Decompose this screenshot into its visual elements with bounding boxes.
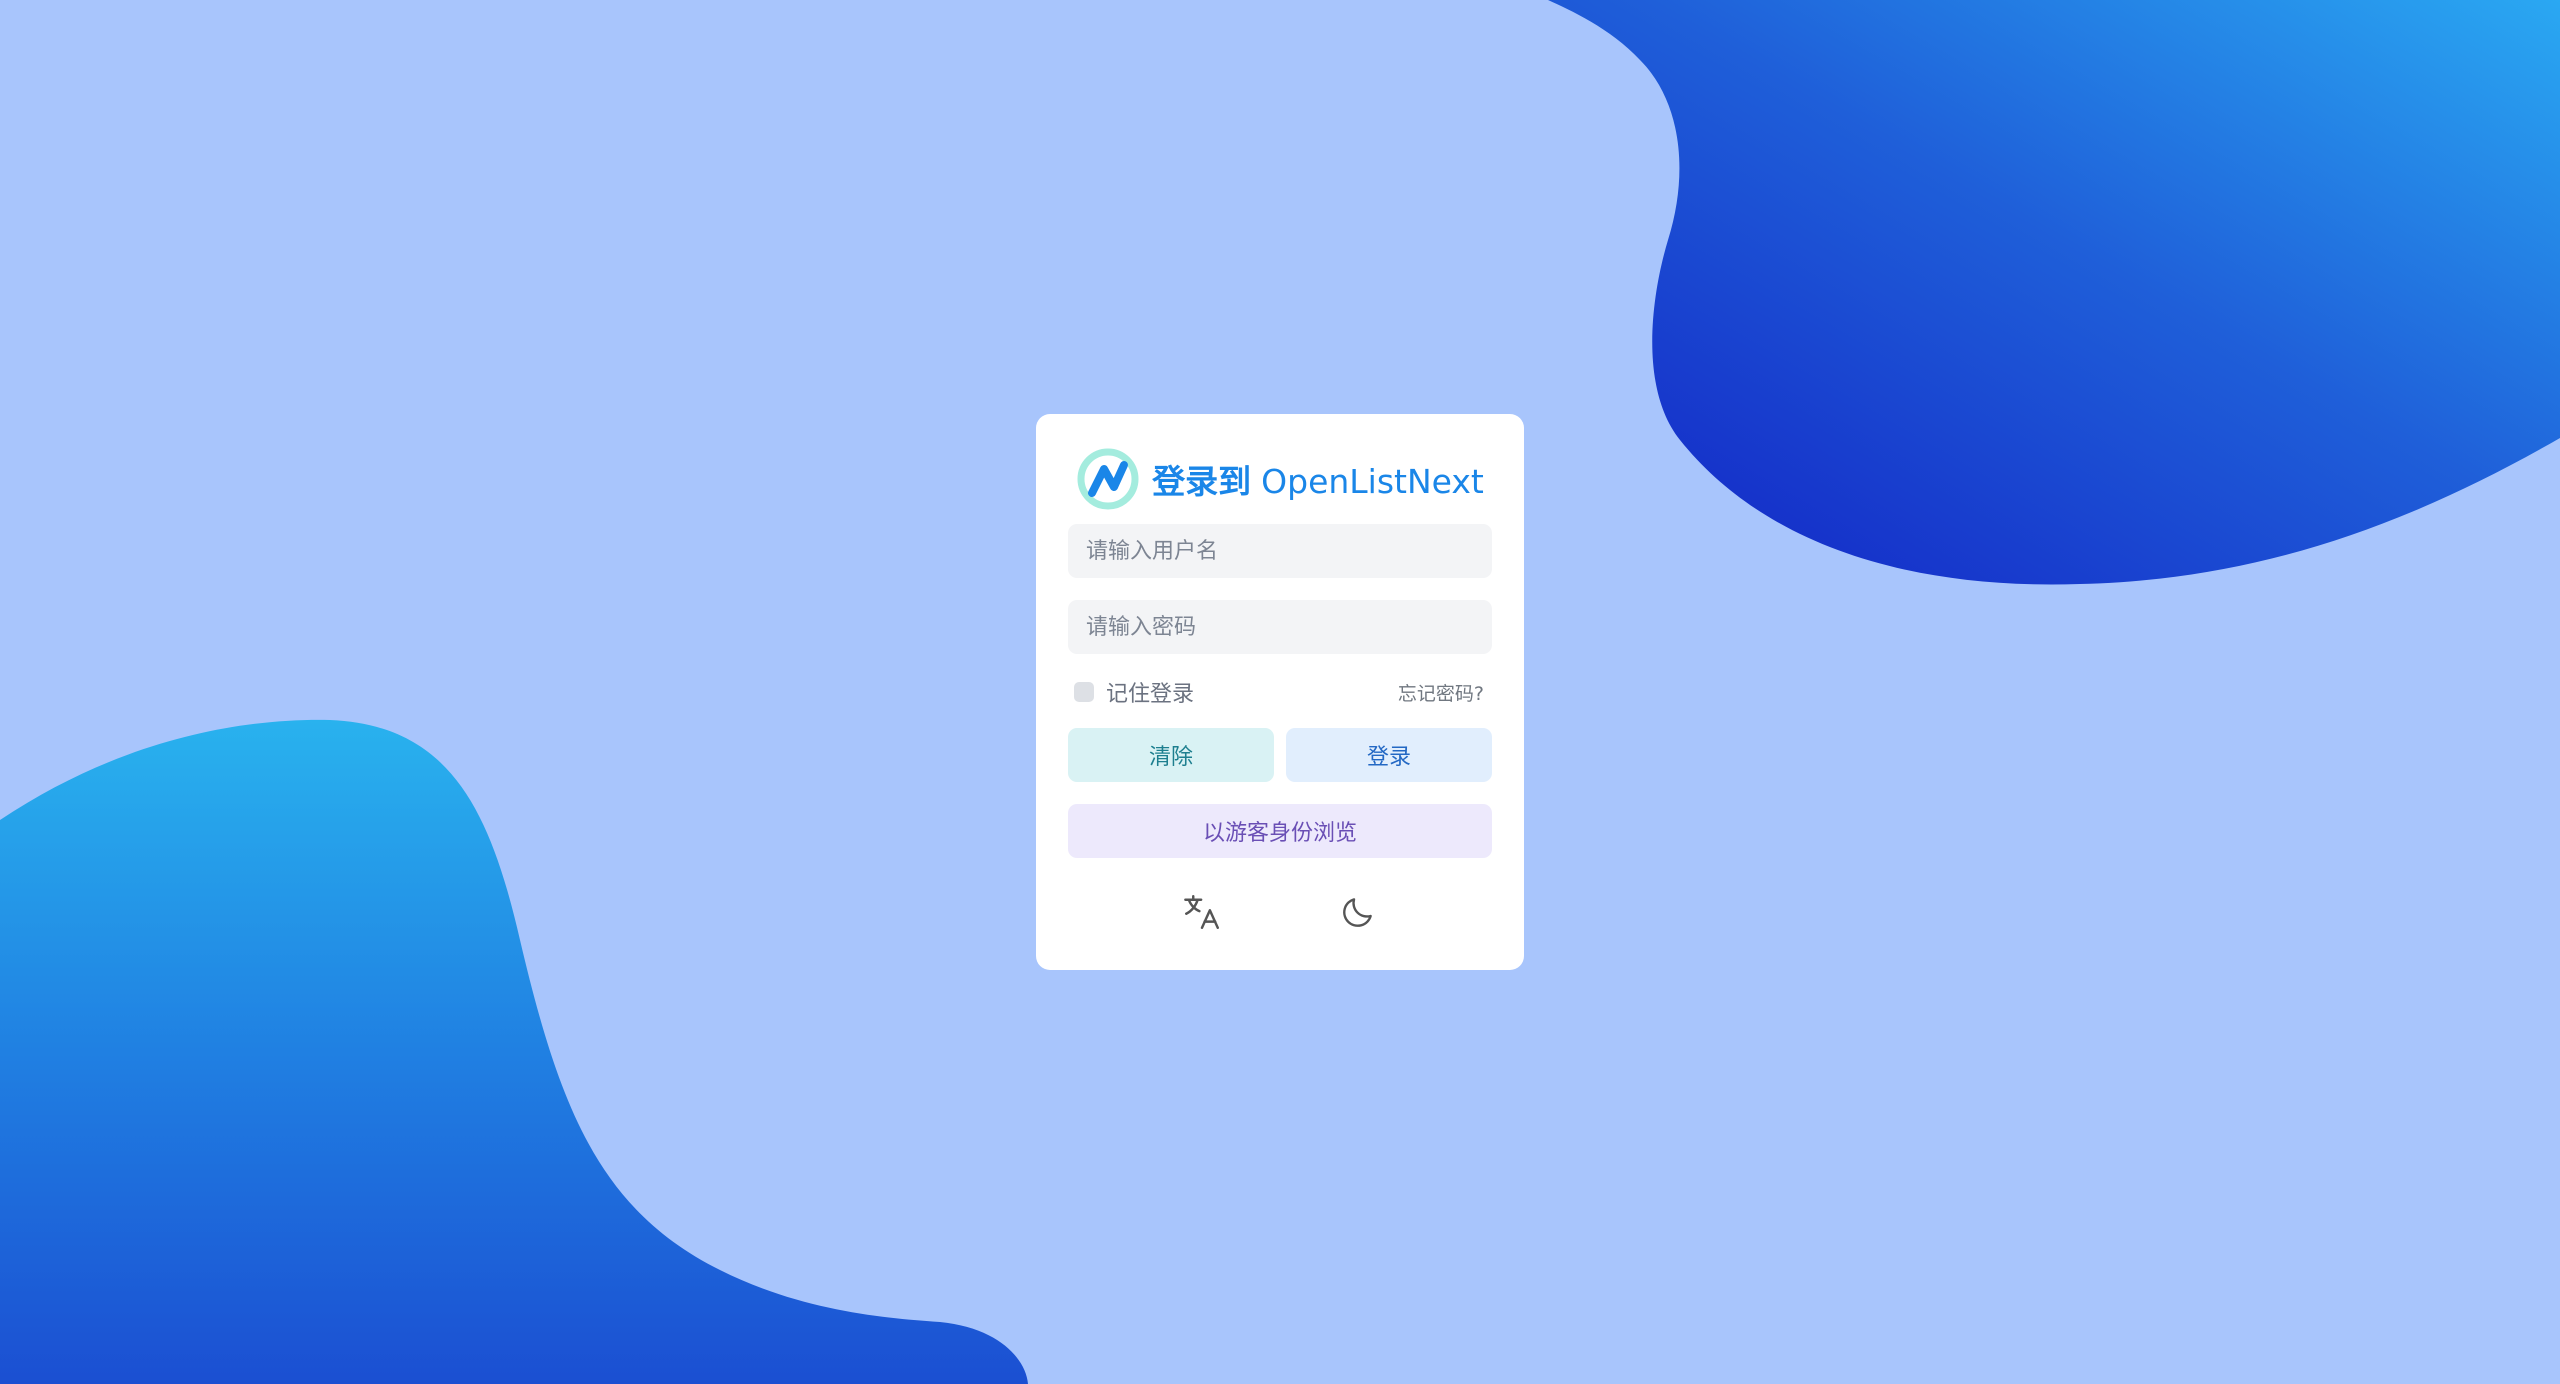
openlist-logo-icon	[1076, 447, 1140, 511]
remember-login-checkbox[interactable]: 记住登录	[1074, 676, 1194, 708]
clear-button[interactable]: 清除	[1068, 728, 1274, 782]
page-title: 登录到 OpenListNext	[1152, 455, 1484, 503]
login-card: 登录到 OpenListNext 记住登录 忘记密码? 清除 登录 以游客身份浏…	[1036, 414, 1524, 970]
login-header: 登录到 OpenListNext	[1068, 446, 1492, 512]
bottom-left-blob	[0, 719, 1028, 1384]
moon-icon[interactable]	[1336, 890, 1380, 934]
forgot-password-link[interactable]: 忘记密码?	[1398, 679, 1484, 706]
remember-label: 记住登录	[1106, 682, 1195, 707]
top-right-blob	[1548, 0, 2560, 585]
title-prefix: 登录到	[1152, 462, 1252, 501]
remember-row: 记住登录 忘记密码?	[1068, 672, 1492, 712]
username-input[interactable]	[1068, 524, 1492, 578]
guest-browse-button[interactable]: 以游客身份浏览	[1068, 804, 1492, 858]
title-app-name: OpenListNext	[1261, 462, 1484, 501]
password-input[interactable]	[1068, 600, 1492, 654]
checkbox-box[interactable]	[1074, 682, 1094, 702]
action-buttons: 清除 登录	[1068, 728, 1492, 782]
footer-icons	[1068, 890, 1492, 934]
login-button[interactable]: 登录	[1286, 728, 1492, 782]
translate-icon[interactable]	[1180, 890, 1224, 934]
